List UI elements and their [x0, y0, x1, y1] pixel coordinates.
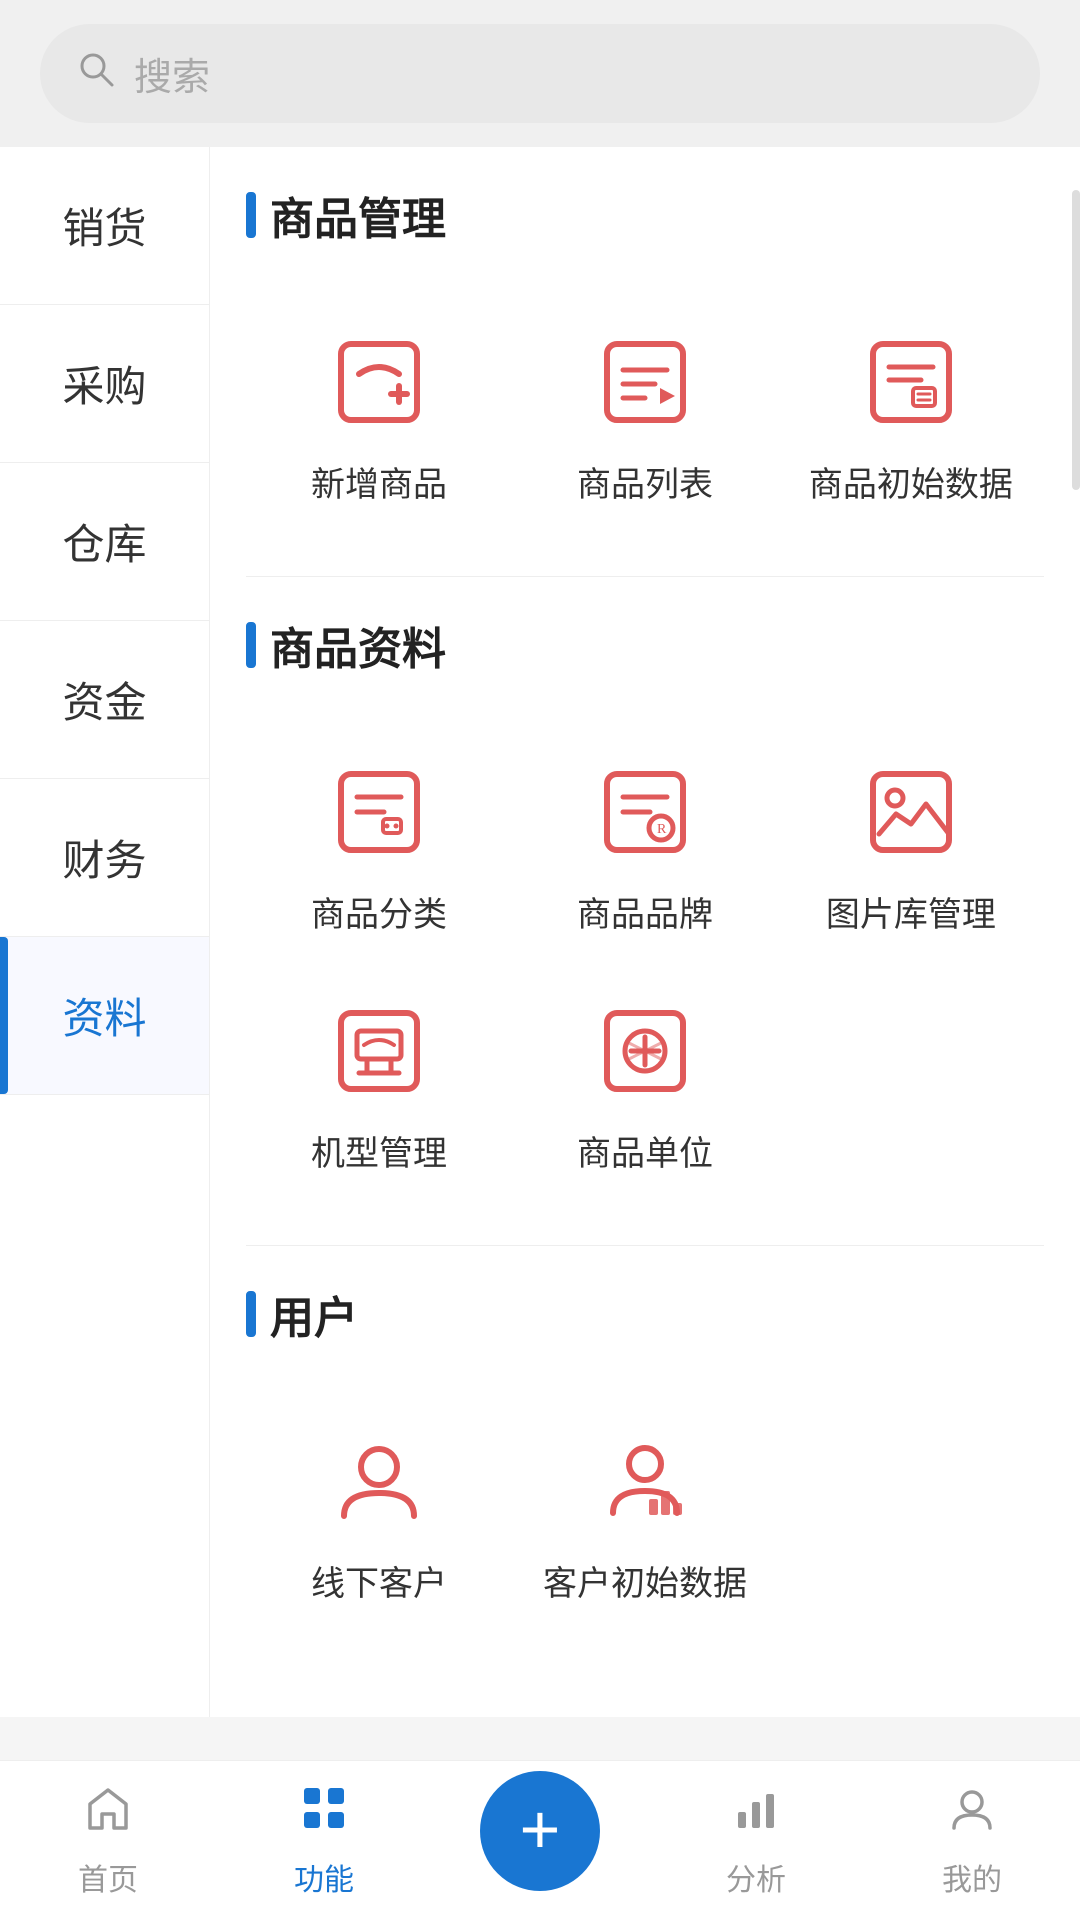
sidebar-item-purchase[interactable]: 采购 [0, 305, 209, 463]
add-plus-icon: + [520, 1794, 561, 1864]
section-user: 用户 线下客户 [210, 1246, 1080, 1675]
product-brand-label: 商品品牌 [577, 887, 713, 936]
search-bar-wrap: 搜索 [0, 0, 1080, 147]
nav-function-label: 功能 [294, 1855, 354, 1899]
search-placeholder: 搜索 [134, 46, 210, 101]
svg-text:R: R [657, 822, 667, 837]
analysis-icon [730, 1782, 782, 1847]
function-icon [298, 1782, 350, 1847]
product-category-icon [329, 762, 429, 862]
product-unit-cell[interactable]: 商品单位 [512, 966, 778, 1205]
model-mgmt-icon-box [324, 996, 434, 1106]
sidebar-item-capital[interactable]: 资金 [0, 621, 209, 779]
product-mgmt-grid: 新增商品 商品列表 [246, 287, 1044, 556]
section-title-product-data: 商品资料 [270, 613, 446, 677]
model-mgmt-label: 机型管理 [311, 1126, 447, 1175]
product-unit-icon-box [590, 996, 700, 1106]
main-layout: 销货 采购 仓库 资金 财务 资料 商品管理 [0, 147, 1080, 1717]
add-product-icon-box [324, 327, 434, 437]
offline-customer-label: 线下客户 [311, 1556, 447, 1605]
customer-init-cell[interactable]: 客户初始数据 [512, 1396, 778, 1635]
product-category-icon-box [324, 757, 434, 867]
model-mgmt-cell[interactable]: 机型管理 [246, 966, 512, 1205]
product-list-cell[interactable]: 商品列表 [512, 297, 778, 536]
product-brand-icon: R [595, 762, 695, 862]
section-header-product-data: 商品资料 [246, 613, 1044, 677]
product-unit-label: 商品单位 [577, 1126, 713, 1175]
section-title-product-mgmt: 商品管理 [270, 183, 446, 247]
customer-init-icon [595, 1431, 695, 1531]
section-bar-3 [246, 1291, 256, 1337]
product-list-icon-box [590, 327, 700, 437]
product-brand-icon-box: R [590, 757, 700, 867]
sidebar-item-data[interactable]: 资料 [0, 937, 209, 1095]
nav-add-button[interactable]: + [480, 1771, 600, 1891]
section-header-user: 用户 [246, 1282, 1044, 1346]
section-title-user: 用户 [270, 1282, 358, 1346]
product-init-label: 商品初始数据 [809, 457, 1013, 506]
customer-init-label: 客户初始数据 [543, 1556, 747, 1605]
product-init-icon [861, 332, 961, 432]
offline-customer-icon [329, 1431, 429, 1531]
section-header-product-mgmt: 商品管理 [246, 183, 1044, 247]
product-list-label: 商品列表 [577, 457, 713, 506]
bottom-nav: 首页 功能 + 分析 [0, 1760, 1080, 1920]
sidebar-item-warehouse[interactable]: 仓库 [0, 463, 209, 621]
offline-customer-cell[interactable]: 线下客户 [246, 1396, 512, 1635]
section-bar [246, 192, 256, 238]
add-product-cell[interactable]: 新增商品 [246, 297, 512, 536]
home-icon [82, 1782, 134, 1847]
product-init-cell[interactable]: 商品初始数据 [778, 297, 1044, 536]
content-area: 商品管理 新增商品 [210, 147, 1080, 1717]
offline-customer-icon-box [324, 1426, 434, 1536]
search-icon [76, 49, 116, 98]
nav-mine[interactable]: 我的 [864, 1782, 1080, 1899]
scroll-indicator [1072, 190, 1080, 490]
nav-analysis-label: 分析 [726, 1855, 786, 1899]
image-library-label: 图片库管理 [826, 887, 996, 936]
nav-add-center: + [432, 1771, 648, 1911]
mine-icon [946, 1782, 998, 1847]
user-grid: 线下客户 客户初始数据 [246, 1386, 1044, 1655]
product-category-cell[interactable]: 商品分类 [246, 727, 512, 966]
section-bar-2 [246, 622, 256, 668]
nav-mine-label: 我的 [942, 1855, 1002, 1899]
add-product-icon [329, 332, 429, 432]
section-product-mgmt: 商品管理 新增商品 [210, 147, 1080, 576]
section-product-data: 商品资料 商品分类 [210, 577, 1080, 1245]
nav-home[interactable]: 首页 [0, 1782, 216, 1899]
product-brand-cell[interactable]: R 商品品牌 [512, 727, 778, 966]
image-library-icon-box [856, 757, 966, 867]
model-mgmt-icon [329, 1001, 429, 1101]
product-unit-icon [595, 1001, 695, 1101]
image-library-icon [861, 762, 961, 862]
customer-init-icon-box [590, 1426, 700, 1536]
product-list-icon [595, 332, 695, 432]
sidebar-item-sales[interactable]: 销货 [0, 147, 209, 305]
product-category-label: 商品分类 [311, 887, 447, 936]
product-data-grid: 商品分类 R 商品品牌 [246, 717, 1044, 1225]
search-bar[interactable]: 搜索 [40, 24, 1040, 123]
product-init-icon-box [856, 327, 966, 437]
sidebar: 销货 采购 仓库 资金 财务 资料 [0, 147, 210, 1717]
nav-home-label: 首页 [78, 1855, 138, 1899]
nav-analysis[interactable]: 分析 [648, 1782, 864, 1899]
add-product-label: 新增商品 [311, 457, 447, 506]
sidebar-item-finance[interactable]: 财务 [0, 779, 209, 937]
image-library-cell[interactable]: 图片库管理 [778, 727, 1044, 966]
nav-function[interactable]: 功能 [216, 1782, 432, 1899]
